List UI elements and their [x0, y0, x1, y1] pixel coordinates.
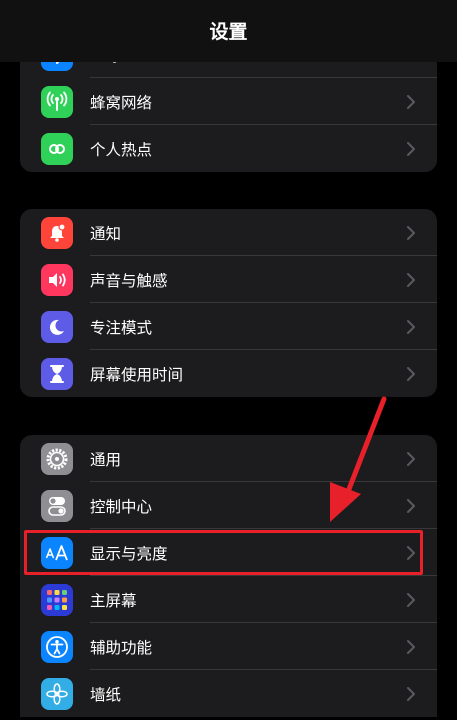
settings-row-label: 声音与触感	[90, 271, 168, 290]
settings-row-label: 通知	[90, 224, 122, 243]
settings-screen: 设置 蓝牙 打开 蜂窝网络	[0, 0, 457, 720]
settings-row-label: 通用	[90, 450, 122, 469]
flower-icon	[41, 678, 73, 710]
accessibility-icon	[41, 631, 73, 663]
chevron-right-icon	[407, 273, 415, 287]
settings-row-cellular[interactable]: 蜂窝网络	[20, 78, 437, 125]
settings-row-focus[interactable]: 专注模式	[20, 303, 437, 350]
chevron-right-icon	[407, 452, 415, 466]
settings-row-label: 辅助功能	[90, 638, 153, 657]
settings-row-label: 屏幕使用时间	[90, 365, 184, 384]
settings-row-label: 蜂窝网络	[90, 93, 153, 112]
settings-row-screen-time[interactable]: 屏幕使用时间	[20, 350, 437, 397]
highlight-box	[24, 530, 423, 575]
settings-row-control-center[interactable]: 控制中心	[20, 482, 437, 529]
chevron-right-icon	[407, 687, 415, 701]
chevron-right-icon	[407, 640, 415, 654]
settings-row-label: 控制中心	[90, 497, 153, 516]
gear-icon	[41, 443, 73, 475]
settings-row-notifications[interactable]: 通知	[20, 209, 437, 256]
settings-row-label: 个人热点	[90, 140, 153, 159]
settings-row-wallpaper[interactable]: 墙纸	[20, 670, 437, 717]
moon-icon	[41, 311, 73, 343]
chevron-right-icon	[407, 593, 415, 607]
toggles-icon	[41, 490, 73, 522]
app-grid-icon	[41, 584, 73, 616]
settings-row-home-screen[interactable]: 主屏幕	[20, 576, 437, 623]
navigation-bar: 设置	[0, 0, 457, 62]
settings-row-general[interactable]: 通用	[20, 435, 437, 482]
hotspot-icon	[41, 133, 73, 165]
settings-group-general: 通用 控制中心 显示与亮度 主屏幕 辅助功能 墙纸	[20, 435, 437, 717]
chevron-right-icon	[407, 226, 415, 240]
settings-row-sounds[interactable]: 声音与触感	[20, 256, 437, 303]
chevron-right-icon	[407, 320, 415, 334]
settings-group-notifications: 通知 声音与触感 专注模式 屏幕使用时间	[20, 209, 437, 397]
speaker-icon	[41, 264, 73, 296]
hourglass-icon	[41, 358, 73, 390]
antenna-icon	[41, 86, 73, 118]
chevron-right-icon	[407, 142, 415, 156]
settings-row-label: 墙纸	[90, 685, 122, 704]
settings-row-label: 主屏幕	[90, 591, 137, 610]
notification-icon	[41, 217, 73, 249]
settings-row-hotspot[interactable]: 个人热点	[20, 125, 437, 172]
chevron-right-icon	[407, 499, 415, 513]
page-title: 设置	[209, 20, 248, 43]
settings-row-label: 专注模式	[90, 318, 153, 337]
chevron-right-icon	[407, 95, 415, 109]
chevron-right-icon	[407, 367, 415, 381]
settings-row-accessibility[interactable]: 辅助功能	[20, 623, 437, 670]
